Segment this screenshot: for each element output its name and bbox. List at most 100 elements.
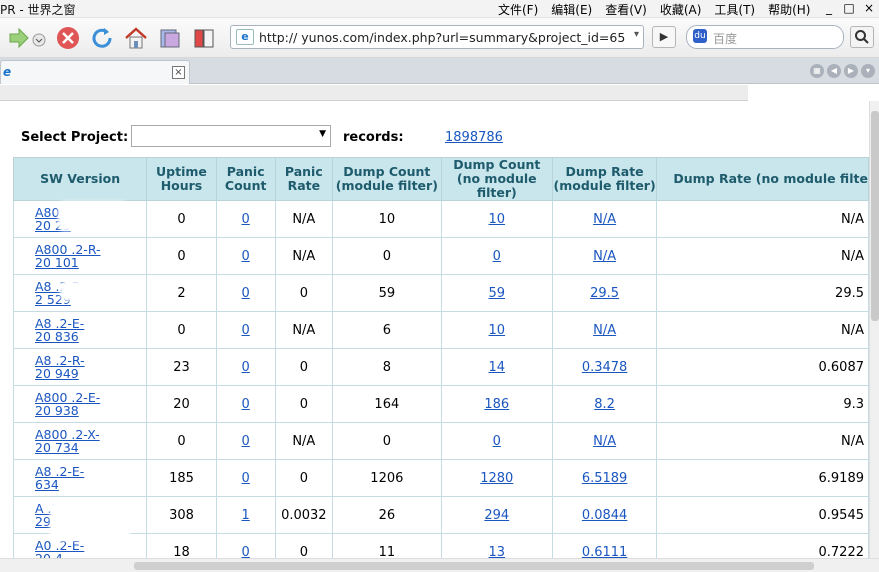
col-panic-rate[interactable]: Panic Rate xyxy=(274,157,334,201)
sw-version-line-2[interactable]: 20 949 xyxy=(35,366,79,381)
address-bar[interactable]: e http:// yunos.com/index.php?url=summar… xyxy=(230,25,644,49)
sw-version-line-2[interactable]: 20 4 xyxy=(35,551,63,558)
tab-menu-icon[interactable]: ▾ xyxy=(861,64,875,78)
dump-count-no-module-link[interactable]: 13 xyxy=(489,545,506,559)
dump-count-no-module-link[interactable]: 1280 xyxy=(480,471,513,486)
search-placeholder[interactable]: 百度 xyxy=(713,30,737,47)
records-count-link[interactable]: 1898786 xyxy=(445,130,503,145)
panic-count-link[interactable]: 1 xyxy=(242,508,250,523)
sw-version-link[interactable]: A0 .2-E-20 4 xyxy=(35,538,84,558)
panic-count-link[interactable]: 0 xyxy=(242,545,250,559)
search-box[interactable]: du 百度 xyxy=(686,25,844,49)
tab-prev-icon[interactable]: ◀ xyxy=(827,64,841,78)
sw-version-link[interactable]: A800 .2-X- 20 734 xyxy=(35,427,100,455)
menu-file[interactable]: 文件(F) xyxy=(498,1,538,18)
dump-rate-module-link[interactable]: 0.3478 xyxy=(582,360,628,375)
sw-version-link[interactable]: A8 .2-E- 634 xyxy=(35,464,84,492)
bookmarks-icon[interactable] xyxy=(192,26,216,50)
menu-favorites[interactable]: 收藏(A) xyxy=(660,1,702,18)
sw-version-link[interactable]: A800 .2-E- 20 938 xyxy=(35,390,100,418)
tab-grid-icon[interactable]: ▦ xyxy=(810,64,824,78)
menu-edit[interactable]: 编辑(E) xyxy=(551,1,592,18)
sw-version-link[interactable]: A8 .2-E- 20 836 xyxy=(35,316,84,344)
refresh-icon[interactable] xyxy=(90,26,114,50)
dump-rate-module-link[interactable]: 6.5189 xyxy=(582,471,628,486)
dump-count-no-module-link[interactable]: 0 xyxy=(493,249,501,264)
dump-count-no-module-link[interactable]: 10 xyxy=(489,212,506,227)
panic-count-link[interactable]: 0 xyxy=(242,249,250,264)
panic-count-link[interactable]: 0 xyxy=(242,323,250,338)
tab-page-icon: e xyxy=(3,65,12,79)
stop-icon[interactable] xyxy=(56,26,80,50)
dump-rate-module-link[interactable]: N/A xyxy=(593,212,616,227)
col-uptime-hours[interactable]: Uptime Hours xyxy=(146,157,217,201)
dump-count-no-module-link[interactable]: 14 xyxy=(489,360,506,375)
maximize-button[interactable]: □ xyxy=(839,0,859,17)
dump-count-no-module-link[interactable]: 0 xyxy=(493,434,501,449)
minimize-button[interactable]: _ xyxy=(819,0,839,17)
dump-count-no-module-link[interactable]: 186 xyxy=(484,397,509,412)
menu-view[interactable]: 查看(V) xyxy=(605,1,647,18)
dump-count-no-module-cell: 10 xyxy=(440,311,553,349)
sw-version-line-2[interactable]: 20 734 xyxy=(35,440,79,455)
col-dump-count-no-module[interactable]: Dump Count (no module filter) xyxy=(440,157,553,201)
dump-rate-module-link[interactable]: 0.6111 xyxy=(582,545,628,559)
sw-version-link[interactable]: A800 .2-R- 20 101 xyxy=(35,242,101,270)
menu-help[interactable]: 帮助(H) xyxy=(768,1,810,18)
window-titlebar: PR - 世界之窗 文件(F) 编辑(E) 查看(V) 收藏(A) 工具(T) … xyxy=(0,0,879,18)
forward-icon[interactable] xyxy=(6,26,30,50)
dump-count-module-cell: 59 xyxy=(332,274,442,312)
col-dump-rate-module[interactable]: Dump Rate (module filter) xyxy=(551,157,658,201)
address-url[interactable]: http:// yunos.com/index.php?url=summary&… xyxy=(259,30,625,45)
panic-count-link[interactable]: 0 xyxy=(242,397,250,412)
col-sw-version[interactable]: SW Version xyxy=(12,157,148,201)
sw-version-line-2[interactable]: 20 836 xyxy=(35,329,79,344)
dump-count-no-module-link[interactable]: 10 xyxy=(489,323,506,338)
sw-version-line-2[interactable]: 20 938 xyxy=(35,403,79,418)
horizontal-scroll-thumb[interactable] xyxy=(134,562,814,570)
panic-count-link[interactable]: 0 xyxy=(242,471,250,486)
dump-rate-module-cell: N/A xyxy=(551,422,658,460)
sw-version-link[interactable]: A8 .2-R- 20 949 xyxy=(35,353,85,381)
vertical-scroll-thumb[interactable] xyxy=(871,111,879,321)
menu-tools[interactable]: 工具(T) xyxy=(714,1,755,18)
home-icon[interactable] xyxy=(124,26,148,50)
dump-count-no-module-link[interactable]: 294 xyxy=(484,508,509,523)
panic-rate-cell: 0 xyxy=(274,274,334,312)
dump-rate-module-link[interactable]: N/A xyxy=(593,249,616,264)
dump-rate-module-link[interactable]: 29.5 xyxy=(590,286,619,301)
col-dump-rate-no-module[interactable]: Dump Rate (no module filte xyxy=(656,157,869,201)
horizontal-scrollbar[interactable] xyxy=(0,558,879,572)
dump-count-module-cell: 8 xyxy=(332,348,442,386)
dump-count-no-module-link[interactable]: 59 xyxy=(489,286,506,301)
sw-version-line-2[interactable]: 634 xyxy=(35,477,59,492)
col-panic-count[interactable]: Panic Count xyxy=(215,157,276,201)
panic-count-link[interactable]: 0 xyxy=(242,212,250,227)
close-window-button[interactable]: × xyxy=(859,0,879,17)
panic-count-cell: 1 xyxy=(215,496,276,534)
browser-tab[interactable]: e × xyxy=(0,60,190,84)
col-dump-count-module[interactable]: Dump Count (module filter) xyxy=(332,157,442,201)
panic-count-link[interactable]: 0 xyxy=(242,360,250,375)
dump-rate-module-cell: 8.2 xyxy=(551,385,658,423)
panic-count-link[interactable]: 0 xyxy=(242,286,250,301)
address-dropdown-icon[interactable]: ▾ xyxy=(634,29,639,40)
panic-count-link[interactable]: 0 xyxy=(242,434,250,449)
dump-rate-module-link[interactable]: 8.2 xyxy=(594,397,615,412)
history-icon[interactable] xyxy=(158,26,182,50)
tab-close-icon[interactable]: × xyxy=(172,66,185,79)
sw-version-line-2[interactable]: 29 xyxy=(35,514,51,529)
project-select[interactable]: ▼ xyxy=(131,125,331,147)
search-button[interactable] xyxy=(850,26,874,48)
sw-version-line-2[interactable]: 20 101 xyxy=(35,255,79,270)
tab-next-icon[interactable]: ▶ xyxy=(844,64,858,78)
sw-version-cell: A8 .2-E- 634 xyxy=(12,459,148,497)
dump-rate-module-link[interactable]: N/A xyxy=(593,323,616,338)
dump-rate-module-link[interactable]: 0.0844 xyxy=(582,508,628,523)
dump-count-module-cell: 0 xyxy=(332,237,442,275)
dropdown-icon[interactable] xyxy=(32,26,46,50)
vertical-scrollbar[interactable] xyxy=(869,101,879,558)
dump-rate-module-link[interactable]: N/A xyxy=(593,434,616,449)
sw-version-cell: A800 .2-E- 20 938 xyxy=(12,385,148,423)
go-button[interactable]: ▶ xyxy=(652,26,676,48)
